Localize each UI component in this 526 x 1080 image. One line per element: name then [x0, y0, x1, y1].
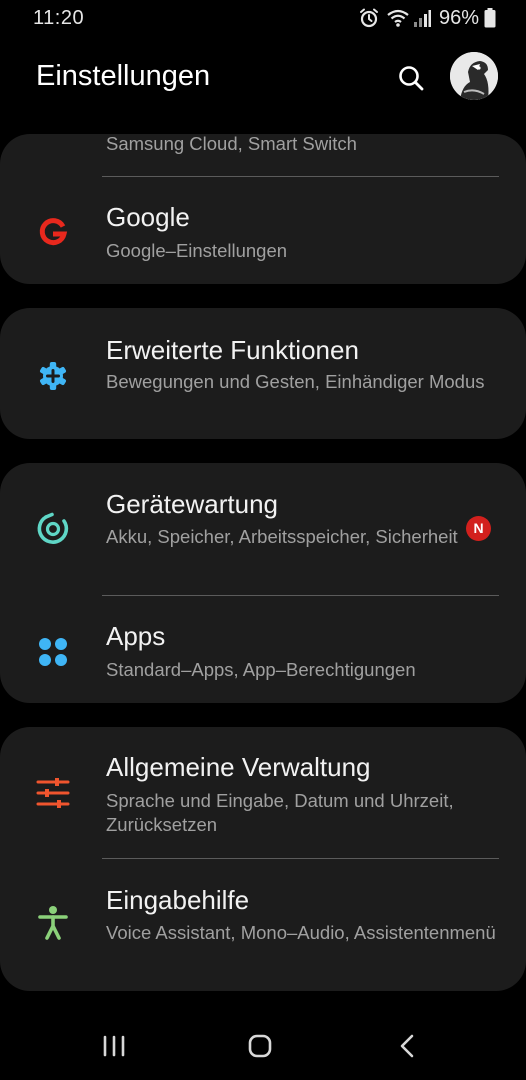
- list-item-advanced-features[interactable]: Erweiterte Funktionen Bewegungen und Ges…: [0, 308, 526, 439]
- list-item-title: Apps: [106, 621, 166, 651]
- list-item-subtitle: Standard–Apps, App–Berechtigungen: [106, 659, 416, 680]
- list-item-title: Google: [106, 202, 190, 232]
- device-care-icon: [34, 510, 72, 548]
- notification-badge: N: [466, 516, 491, 541]
- list-item-subtitle: Bewegungen und Gesten, Einhändiger Modus: [106, 371, 485, 392]
- list-item-title: Allgemeine Verwaltung: [106, 752, 371, 782]
- home-icon[interactable]: [238, 1028, 282, 1064]
- battery-percent: 96%: [438, 6, 479, 29]
- accessibility-icon: [34, 904, 72, 942]
- back-icon[interactable]: [386, 1028, 430, 1064]
- list-item-subtitle: Samsung Cloud, Smart Switch: [106, 134, 357, 154]
- status-time: 11:20: [33, 7, 85, 29]
- page-title: Einstellungen: [36, 60, 211, 92]
- alarm-icon: [358, 7, 380, 29]
- list-item-subtitle: Voice Assistant, Mono–Audio, Assistenten…: [106, 922, 496, 943]
- list-item-title: Eingabehilfe: [106, 885, 250, 915]
- sliders-icon: [34, 774, 72, 812]
- list-item-apps[interactable]: Apps Standard–Apps, App–Berechtigungen: [0, 596, 526, 703]
- google-icon: [34, 213, 72, 251]
- app-header: Einstellungen: [0, 44, 526, 114]
- status-bar: 11:20 96%: [0, 0, 526, 38]
- list-item-device-care[interactable]: Gerätewartung Akku, Speicher, Arbeitsspe…: [0, 463, 526, 595]
- settings-card-general: Allgemeine Verwaltung Sprache und Eingab…: [0, 727, 526, 991]
- settings-card-accounts: Samsung Cloud, Smart Switch Google Googl…: [0, 134, 526, 284]
- gear-plus-icon: [34, 357, 72, 395]
- settings-card-device: Gerätewartung Akku, Speicher, Arbeitsspe…: [0, 463, 526, 703]
- list-item-title: Erweiterte Funktionen: [106, 335, 359, 365]
- recents-icon[interactable]: [92, 1028, 136, 1064]
- battery-icon: [484, 8, 496, 28]
- apps-icon: [34, 633, 72, 671]
- settings-card-advanced: Erweiterte Funktionen Bewegungen und Ges…: [0, 308, 526, 439]
- list-item-subtitle: Google–Einstellungen: [106, 240, 288, 261]
- signal-icon: [413, 8, 431, 28]
- list-item-title: Gerätewartung: [106, 489, 278, 519]
- list-item-google[interactable]: Google Google–Einstellungen: [0, 177, 526, 284]
- status-icons: 96%: [358, 6, 496, 30]
- list-item-cloud[interactable]: Samsung Cloud, Smart Switch: [0, 134, 526, 176]
- list-item-subtitle: Sprache und Eingabe, Datum und Uhrzeit, …: [106, 790, 454, 835]
- profile-avatar[interactable]: [450, 52, 498, 100]
- list-item-subtitle: Akku, Speicher, Arbeitsspeicher, Sicherh…: [106, 526, 458, 547]
- navigation-bar: [0, 1010, 526, 1080]
- search-icon[interactable]: [393, 60, 429, 96]
- list-item-accessibility[interactable]: Eingabehilfe Voice Assistant, Mono–Audio…: [0, 859, 526, 991]
- wifi-icon: [386, 8, 410, 28]
- list-item-general-management[interactable]: Allgemeine Verwaltung Sprache und Eingab…: [0, 727, 526, 859]
